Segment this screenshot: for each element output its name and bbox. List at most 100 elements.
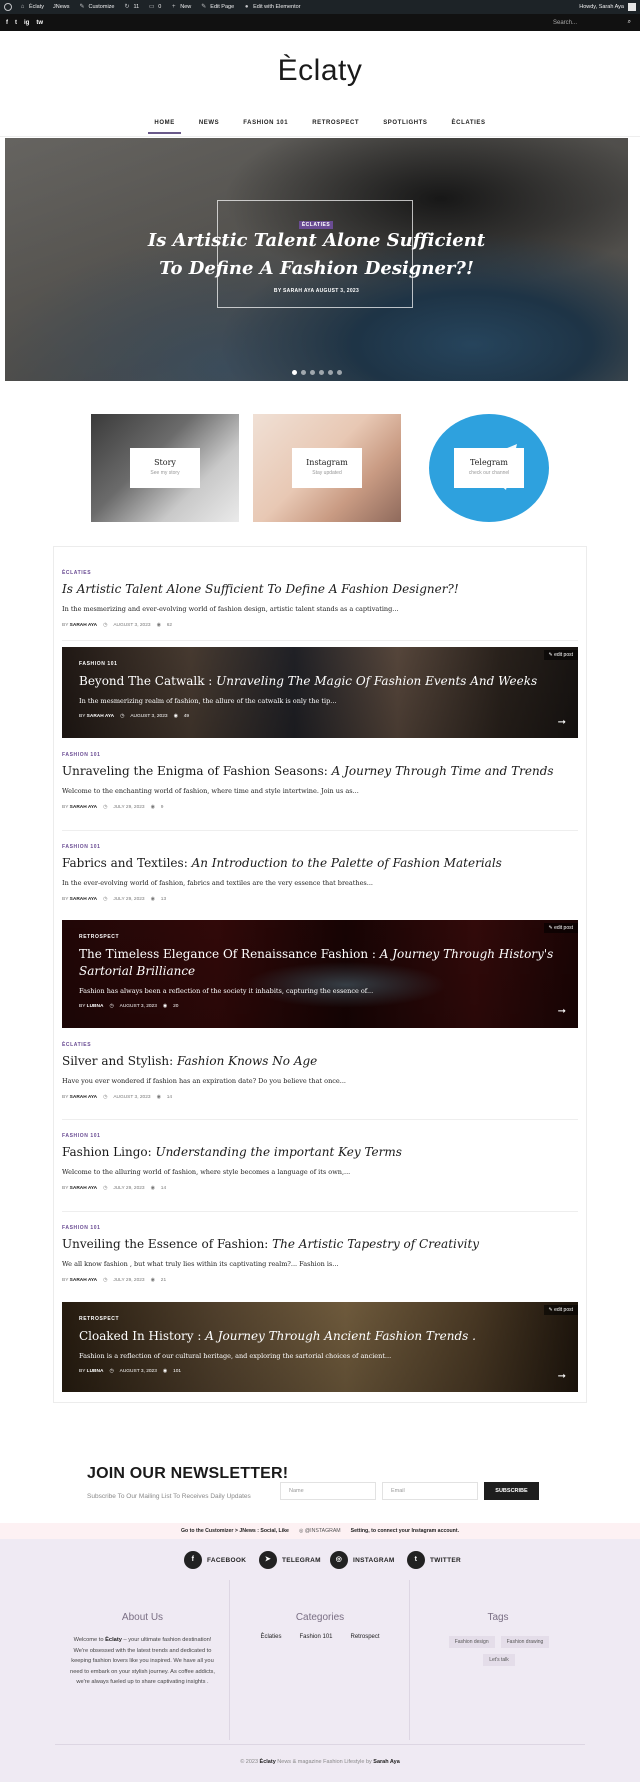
promo-subtitle: See my story — [150, 470, 180, 476]
post-author[interactable]: LUBNA — [87, 1369, 104, 1374]
post-category[interactable]: FASHION 101 — [79, 661, 569, 667]
admin-updates-link[interactable]: ↻ 11 — [123, 4, 139, 11]
edit-post-button[interactable]: ✎ edit post — [543, 923, 578, 933]
tag-link[interactable]: Fashion drawing — [500, 1636, 550, 1648]
post-author[interactable]: SARAH AYA — [70, 805, 97, 810]
post-category[interactable]: ÈCLATIES — [62, 1042, 578, 1048]
post-title[interactable]: Unraveling the Enigma of Fashion Seasons… — [62, 764, 578, 778]
post-category[interactable]: RETROSPECT — [79, 1316, 569, 1322]
list-item[interactable]: ✎ edit post FASHION 101 Beyond The Catwa… — [62, 647, 578, 738]
footer-social-twitter[interactable]: t TWITTER — [407, 1551, 461, 1569]
post-excerpt: We all know fashion , but what truly lie… — [62, 1260, 339, 1268]
slider-dot[interactable] — [291, 370, 297, 375]
promo-card: Instagram Stay updated — [292, 448, 362, 488]
telegram-icon[interactable]: t — [15, 20, 17, 26]
post-category[interactable]: FASHION 101 — [62, 1225, 578, 1231]
tag-link[interactable]: Let's talk — [483, 1654, 515, 1666]
nav-eclaties[interactable]: ÈCLATIES — [452, 120, 486, 134]
refresh-icon: ↻ — [124, 3, 130, 10]
post-author[interactable]: SARAH AYA — [70, 897, 97, 902]
footer-social-instagram[interactable]: ◎ INSTAGRAM — [330, 1551, 395, 1569]
post-title[interactable]: Silver and Stylish: Fashion Knows No Age — [62, 1054, 578, 1068]
post-meta: BY SARAH AYA ◷ AUGUST 3, 2023 ◉ 49 — [79, 714, 190, 719]
post-title[interactable]: Beyond The Catwalk : Unraveling The Magi… — [79, 673, 569, 690]
footer-category-link[interactable]: Retrospect — [351, 1634, 380, 1640]
admin-jnews-link[interactable]: JNews — [53, 4, 70, 10]
slider-dot[interactable] — [336, 370, 342, 375]
promo-telegram[interactable]: Telegram check our channel — [429, 414, 549, 522]
post-meta: BY SARAH AYA ◷ JULY 29, 2023 ◉ 21 — [62, 1278, 167, 1283]
instagram-icon[interactable]: ig — [24, 20, 29, 26]
promo-story[interactable]: Story See my story — [91, 414, 239, 522]
nav-divider — [0, 136, 640, 137]
nav-spotlights[interactable]: SPOTLIGHTS — [383, 120, 427, 134]
footer-category-link[interactable]: Fashion 101 — [299, 1634, 332, 1640]
post-title[interactable]: Is Artistic Talent Alone Sufficient To D… — [62, 582, 578, 596]
arrow-right-icon[interactable]: ➞ — [558, 717, 566, 728]
post-category[interactable]: FASHION 101 — [62, 752, 578, 758]
eye-icon: ◉ — [150, 1278, 155, 1283]
post-category[interactable]: FASHION 101 — [62, 1133, 578, 1139]
edit-post-button[interactable]: ✎ edit post — [543, 650, 578, 660]
post-author[interactable]: SARAH AYA — [87, 714, 114, 719]
post-author[interactable]: SARAH AYA — [70, 623, 97, 628]
admin-comments-link[interactable]: ▭ 0 — [148, 4, 161, 11]
search-input[interactable]: Search... ⌕ — [550, 16, 634, 29]
post-author[interactable]: LUBNA — [87, 1004, 104, 1009]
newsletter-name-input[interactable]: Name — [280, 1482, 376, 1500]
post-title[interactable]: Cloaked In History : A Journey Through A… — [79, 1328, 569, 1345]
list-item[interactable]: ✎ edit post RETROSPECT Cloaked In Histor… — [62, 1302, 578, 1392]
site-logo[interactable]: Èclaty — [0, 54, 640, 88]
post-author[interactable]: SARAH AYA — [70, 1278, 97, 1283]
eye-icon: ◉ — [156, 1095, 161, 1100]
tag-link[interactable]: Fashion design — [448, 1636, 495, 1648]
subscribe-button[interactable]: SUBSCRIBE — [484, 1482, 539, 1500]
post-author[interactable]: SARAH AYA — [70, 1095, 97, 1100]
promo-title: Telegram — [469, 458, 509, 467]
nav-fashion-101[interactable]: FASHION 101 — [243, 120, 288, 134]
footer-social-facebook[interactable]: f FACEBOOK — [184, 1551, 246, 1569]
nav-news[interactable]: NEWS — [199, 120, 219, 134]
facebook-icon[interactable]: f — [6, 20, 8, 26]
post-category[interactable]: ÈCLATIES — [62, 570, 578, 576]
promo-instagram[interactable]: Instagram Stay updated — [253, 414, 401, 522]
instagram-handle[interactable]: ◎ @INSTAGRAM — [299, 1528, 341, 1534]
instagram-notice: Go to the Customizer > JNews : Social, L… — [0, 1523, 640, 1539]
admin-customize-link[interactable]: ✎ Customize — [79, 4, 114, 11]
list-item[interactable]: ✎ edit post RETROSPECT The Timeless Eleg… — [62, 920, 578, 1028]
footer-category-link[interactable]: Èclaties — [260, 1634, 281, 1640]
newsletter-email-input[interactable]: Email — [382, 1482, 478, 1500]
footer-social-telegram[interactable]: ➤ TELEGRAM — [259, 1551, 321, 1569]
hero-title[interactable]: Is Artistic Talent Alone Sufficient To D… — [135, 227, 498, 283]
admin-new-link[interactable]: + New — [170, 4, 191, 11]
nav-home[interactable]: HOME — [148, 120, 182, 134]
post-title[interactable]: Fabrics and Textiles: An Introduction to… — [62, 856, 578, 870]
post-meta: BY SARAH AYA ◷ JULY 29, 2023 ◉ 9 — [62, 805, 164, 810]
edit-post-button[interactable]: ✎ edit post — [543, 1305, 578, 1315]
post-title[interactable]: Unveiling the Essence of Fashion: The Ar… — [62, 1237, 578, 1251]
nav-retrospect[interactable]: RETROSPECT — [312, 120, 359, 134]
post-title[interactable]: The Timeless Elegance Of Renaissance Fas… — [79, 946, 569, 980]
slider-dot[interactable] — [309, 370, 315, 375]
post-date: AUGUST 3, 2023 — [119, 1369, 157, 1374]
footer-divider — [55, 1744, 585, 1745]
slider-dot[interactable] — [300, 370, 306, 375]
hero-slider[interactable]: ÈCLATIES Is Artistic Talent Alone Suffic… — [5, 138, 628, 381]
footer-column-divider — [229, 1580, 230, 1740]
list-item: FASHION 101 Fabrics and Textiles: An Int… — [62, 844, 578, 902]
post-category[interactable]: RETROSPECT — [79, 934, 569, 940]
post-author[interactable]: SARAH AYA — [70, 1186, 97, 1191]
slider-dot[interactable] — [318, 370, 324, 375]
admin-site-link[interactable]: ⌂ Èclaty — [19, 4, 44, 11]
admin-elementor-link[interactable]: ● Edit with Elementor — [243, 4, 301, 11]
admin-account[interactable]: Howdy, Sarah Aya — [579, 3, 636, 11]
arrow-right-icon[interactable]: ➞ — [558, 1371, 566, 1382]
search-icon[interactable]: ⌕ — [628, 19, 631, 26]
twitter-icon[interactable]: tw — [36, 20, 43, 26]
admin-edit-page-link[interactable]: ✎ Edit Page — [200, 4, 234, 11]
wordpress-logo-icon[interactable] — [4, 3, 12, 11]
arrow-right-icon[interactable]: ➞ — [558, 1006, 566, 1017]
slider-dot[interactable] — [327, 370, 333, 375]
post-title[interactable]: Fashion Lingo: Understanding the importa… — [62, 1145, 578, 1159]
post-category[interactable]: FASHION 101 — [62, 844, 578, 850]
